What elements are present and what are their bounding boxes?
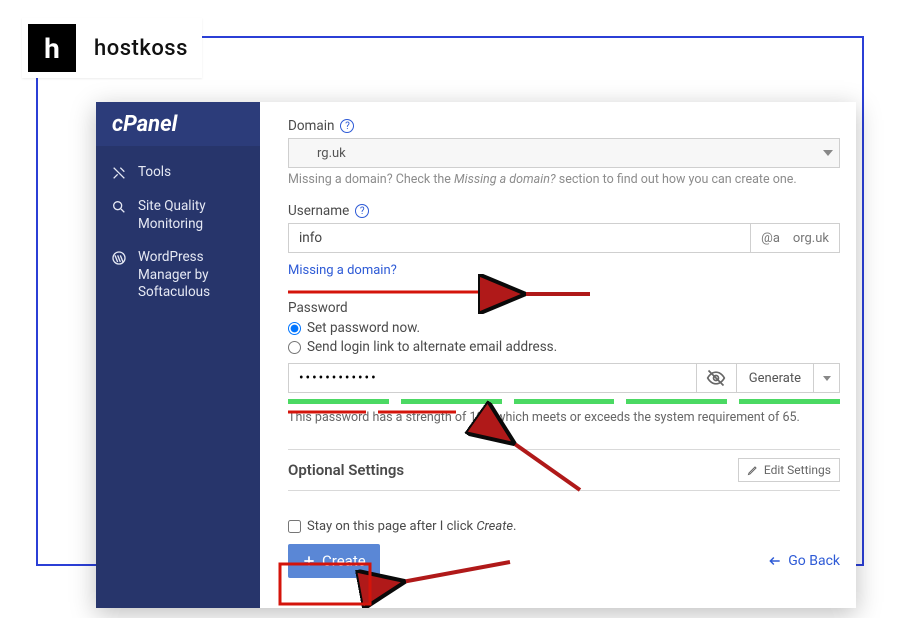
password-radio-link[interactable] [288,341,301,354]
password-label: Password [288,300,840,316]
sidebar-item-label: Site Quality Monitoring [138,198,248,233]
password-strength-bar [288,399,840,404]
hostkoss-name: hostkoss [94,36,188,61]
missing-domain-link[interactable]: Missing a domain? [288,263,397,278]
generate-button[interactable]: Generate [737,363,814,393]
missing-domain-link-row: Missing a domain? [288,259,840,278]
sidebar-item-site-quality[interactable]: Site Quality Monitoring [96,190,260,241]
tools-icon [110,164,128,182]
sidebar-item-wordpress[interactable]: WordPress Manager by Softaculous [96,241,260,310]
stay-on-page-checkbox[interactable] [288,520,301,533]
hostkoss-logo: h [28,24,76,72]
pencil-icon [747,464,759,476]
password-option-link-label: Send login link to alternate email addre… [307,339,557,355]
password-strength-text: This password has a strength of 100, whi… [288,410,840,425]
toggle-visibility-button[interactable] [697,363,737,393]
username-suffix: @a org.uk [751,223,840,253]
stay-on-page-checkbox-row[interactable]: Stay on this page after I click Create. [288,519,840,534]
edit-settings-button[interactable]: Edit Settings [738,458,840,482]
domain-hint: Missing a domain? Check the Missing a do… [288,172,840,187]
cpanel-logo: cPanel [96,102,260,146]
password-input[interactable] [288,363,697,393]
plus-icon [302,554,316,568]
sidebar: cPanel Tools Site Quality Monitoring Wor… [96,102,260,608]
chevron-down-icon [823,150,833,156]
stay-on-page-label: Stay on this page after I click Create. [307,519,516,534]
password-option-now[interactable]: Set password now. [288,320,840,336]
help-icon[interactable]: ? [355,204,369,218]
password-option-link[interactable]: Send login link to alternate email addre… [288,339,840,355]
password-option-now-label: Set password now. [307,320,420,336]
password-radio-now[interactable] [288,322,301,335]
username-input[interactable] [288,223,751,253]
hostkoss-badge: h hostkoss [22,18,202,78]
sidebar-item-label: WordPress Manager by Softaculous [138,249,248,302]
eye-off-icon [706,368,726,388]
username-label: Username ? [288,203,840,219]
sidebar-item-label: Tools [138,164,171,182]
create-button[interactable]: Create [288,544,380,578]
optional-settings-title: Optional Settings [288,461,404,479]
wordpress-icon [110,249,128,267]
domain-select[interactable]: rg.uk [288,138,840,168]
arrow-left-icon [768,554,782,568]
cpanel-window: cPanel Tools Site Quality Monitoring Wor… [96,102,856,608]
domain-select-value: rg.uk [317,146,346,161]
main-panel: Domain ? rg.uk Missing a domain? Check t… [260,102,856,608]
sidebar-item-tools[interactable]: Tools [96,156,260,190]
search-quality-icon [110,198,128,216]
domain-label: Domain ? [288,118,840,134]
generate-dropdown[interactable] [814,363,840,393]
help-icon[interactable]: ? [340,119,354,133]
go-back-link[interactable]: Go Back [768,553,840,569]
